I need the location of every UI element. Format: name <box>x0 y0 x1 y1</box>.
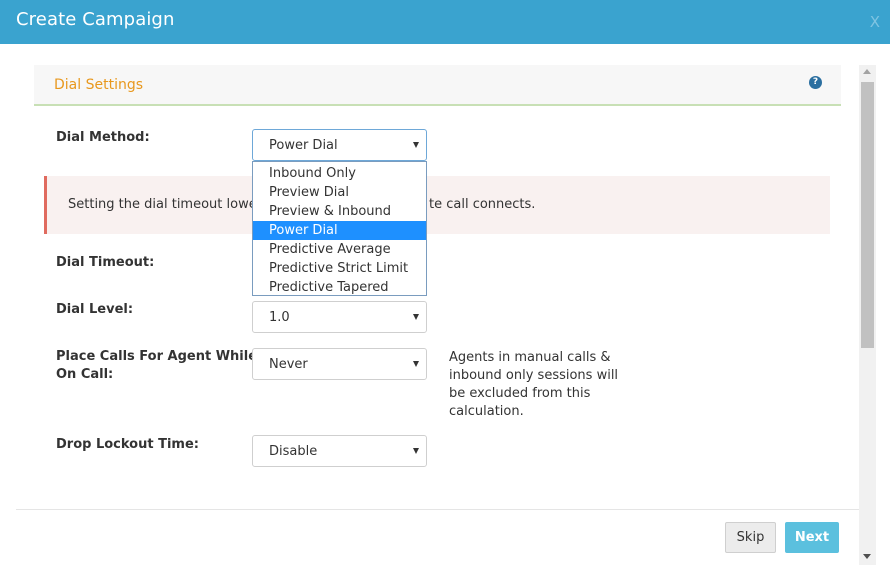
place-calls-note: Agents in manual calls & inbound only se… <box>449 349 619 421</box>
dropdown-option-preview-inbound[interactable]: Preview & Inbound <box>253 202 426 221</box>
note-line: inbound only sessions will <box>449 368 619 383</box>
scrollbar-thumb[interactable] <box>861 82 874 348</box>
note-line: Agents in manual calls & <box>449 350 611 365</box>
footer-divider <box>16 509 859 510</box>
dial-method-select[interactable]: Power Dial <box>252 129 427 161</box>
dropdown-option-preview-dial[interactable]: Preview Dial <box>253 183 426 202</box>
dial-method-label: Dial Method: <box>56 130 150 145</box>
drop-lockout-select[interactable]: Disable <box>252 435 427 467</box>
close-icon[interactable]: X <box>870 13 880 31</box>
modal-header: Create Campaign X <box>0 0 890 44</box>
dial-level-select[interactable]: 1.0 <box>252 301 427 333</box>
dropdown-option-predictive-tapered[interactable]: Predictive Tapered <box>253 278 426 297</box>
alert-text-right: te call connects. <box>429 197 536 212</box>
section-header: Dial Settings ? <box>34 65 841 106</box>
dropdown-option-predictive-average[interactable]: Predictive Average <box>253 240 426 259</box>
dropdown-option-predictive-strict-limit[interactable]: Predictive Strict Limit <box>253 259 426 278</box>
dial-timeout-label: Dial Timeout: <box>56 255 155 270</box>
place-calls-value: Never <box>269 357 308 372</box>
dial-level-value: 1.0 <box>269 310 290 325</box>
dial-timeout-alert: Setting the dial timeout lower t te call… <box>44 176 830 234</box>
modal-title: Create Campaign <box>16 9 175 30</box>
place-calls-select[interactable]: Never <box>252 348 427 380</box>
place-calls-label-line1: Place Calls For Agent While <box>56 349 258 364</box>
scroll-down-arrow-icon[interactable] <box>863 554 871 559</box>
chevron-down-icon <box>413 142 419 148</box>
note-line: calculation. <box>449 404 524 419</box>
chevron-down-icon <box>413 448 419 454</box>
dial-method-dropdown: Inbound Only Preview Dial Preview & Inbo… <box>252 161 427 296</box>
alert-text-left: Setting the dial timeout lower t <box>68 197 272 212</box>
skip-button[interactable]: Skip <box>725 522 776 553</box>
next-button[interactable]: Next <box>785 522 839 553</box>
chevron-down-icon <box>413 361 419 367</box>
drop-lockout-value: Disable <box>269 444 318 459</box>
place-calls-label-line2: On Call: <box>56 367 114 382</box>
help-icon[interactable]: ? <box>809 76 822 89</box>
drop-lockout-label: Drop Lockout Time: <box>56 437 199 452</box>
scrollbar[interactable] <box>859 65 876 565</box>
dropdown-option-power-dial[interactable]: Power Dial <box>253 221 426 240</box>
scroll-up-arrow-icon[interactable] <box>863 69 871 74</box>
note-line: be excluded from this <box>449 386 591 401</box>
dial-method-value: Power Dial <box>269 138 338 153</box>
dial-level-label: Dial Level: <box>56 302 134 317</box>
dropdown-option-inbound-only[interactable]: Inbound Only <box>253 164 426 183</box>
place-calls-label: Place Calls For Agent While On Call: <box>56 348 257 384</box>
section-title: Dial Settings <box>54 77 144 93</box>
chevron-down-icon <box>413 314 419 320</box>
